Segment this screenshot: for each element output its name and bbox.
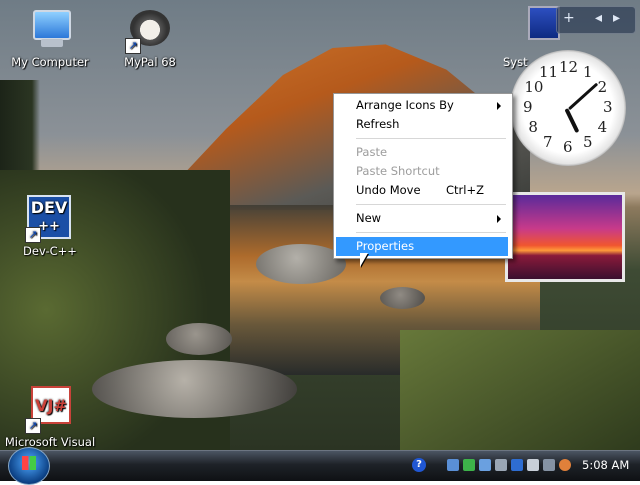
gadget-label: Syst: [503, 55, 528, 69]
taskbar: ? 5:08 AM: [0, 447, 640, 485]
clock-number: 12: [559, 58, 579, 76]
menu-item-label: Arrange Icons By: [356, 98, 454, 112]
system-tray: ? 5:08 AM: [405, 454, 637, 478]
menu-item-label: Paste Shortcut: [356, 164, 440, 178]
start-button[interactable]: [8, 447, 50, 485]
dev-cpp-badge-top: DEV: [30, 198, 68, 217]
desktop-icon-dev-cpp[interactable]: DEV ++ ↗ Dev-C++: [0, 195, 100, 258]
desktop-icon-label: My Computer: [11, 55, 89, 69]
shortcut-arrow-icon: ↗: [125, 38, 141, 54]
menu-item-shortcut: Ctrl+Z: [446, 183, 484, 197]
help-icon[interactable]: ?: [412, 458, 426, 472]
next-gadget-button[interactable]: ▸: [613, 10, 620, 26]
menu-item-undo-move[interactable]: Undo Move Ctrl+Z: [336, 181, 508, 200]
shortcut-arrow-icon: ↗: [25, 227, 41, 243]
menu-separator: [356, 232, 506, 233]
clock-gadget[interactable]: 12 1 2 3 4 5 6 7 8 9 10 11: [510, 50, 626, 166]
menu-item-arrange-icons-by[interactable]: Arrange Icons By: [336, 96, 508, 115]
menu-item-refresh[interactable]: Refresh: [336, 115, 508, 134]
slideshow-gadget[interactable]: [505, 192, 625, 282]
menu-item-label: Refresh: [356, 117, 400, 131]
menu-item-label: Paste: [356, 145, 388, 159]
wallpaper-rock: [166, 323, 232, 355]
submenu-arrow-icon: [497, 102, 501, 110]
menu-item-label: Undo Move: [356, 183, 421, 197]
clock-number: 8: [528, 118, 538, 136]
display-icon[interactable]: [527, 459, 539, 471]
clock-hour-hand: [564, 108, 580, 134]
clock-number: 3: [603, 98, 613, 116]
wallpaper-shore-right: [400, 330, 640, 450]
menu-item-paste[interactable]: Paste: [336, 143, 508, 162]
dev-cpp-icon: DEV ++ ↗: [25, 195, 73, 243]
raccoon-icon: ↗: [125, 6, 173, 54]
computer-icon: [27, 6, 73, 52]
mouse-cursor-icon: [360, 253, 368, 267]
search-tray-icon[interactable]: [559, 459, 571, 471]
desktop-icon-microsoft-visual[interactable]: VJ# ↗ Microsoft Visual: [0, 386, 100, 449]
wallpaper-rock: [380, 287, 425, 309]
clock-number: 1: [583, 63, 593, 82]
clock-number: 11: [539, 63, 559, 82]
clock-number: 5: [583, 132, 593, 151]
previous-gadget-button[interactable]: ◂: [595, 10, 602, 26]
clock-time[interactable]: 5:08 AM: [582, 458, 629, 472]
desktop-icon-mypal[interactable]: ↗ MyPal 68: [100, 6, 200, 69]
tools-icon[interactable]: [543, 459, 555, 471]
desktop-icon-label: Dev-C++: [23, 244, 77, 258]
clock-number: 4: [597, 118, 608, 136]
antivirus-icon[interactable]: [463, 459, 475, 471]
wallpaper-rock: [92, 360, 297, 418]
language-icon[interactable]: [511, 459, 523, 471]
clock-minute-hand: [568, 82, 599, 111]
desktop-icon-label: Microsoft Visual: [4, 435, 96, 449]
menu-separator: [356, 204, 506, 205]
add-gadget-button[interactable]: +: [563, 10, 575, 26]
gadget-toolbar: + ◂ ▸: [556, 6, 636, 34]
submenu-arrow-icon: [497, 215, 501, 223]
menu-item-new[interactable]: New: [336, 209, 508, 228]
clock-number: 6: [563, 138, 573, 156]
clock-number: 9: [523, 98, 533, 116]
network-icon[interactable]: [447, 459, 459, 471]
desktop-context-menu: Arrange Icons By Refresh Paste Paste Sho…: [333, 93, 513, 259]
keyboard-icon[interactable]: [495, 459, 507, 471]
menu-separator: [356, 138, 506, 139]
volume-icon[interactable]: [479, 459, 491, 471]
clock-number: 7: [543, 132, 553, 151]
menu-item-paste-shortcut[interactable]: Paste Shortcut: [336, 162, 508, 181]
menu-item-label: New: [356, 211, 382, 225]
shortcut-arrow-icon: ↗: [25, 418, 41, 434]
clock-number: 2: [597, 78, 608, 96]
windows-logo-icon: [22, 456, 36, 470]
desktop-icon-my-computer[interactable]: My Computer: [0, 6, 100, 69]
visual-jsharp-icon: VJ# ↗: [25, 386, 73, 434]
desktop-icon-label: MyPal 68: [124, 55, 176, 69]
